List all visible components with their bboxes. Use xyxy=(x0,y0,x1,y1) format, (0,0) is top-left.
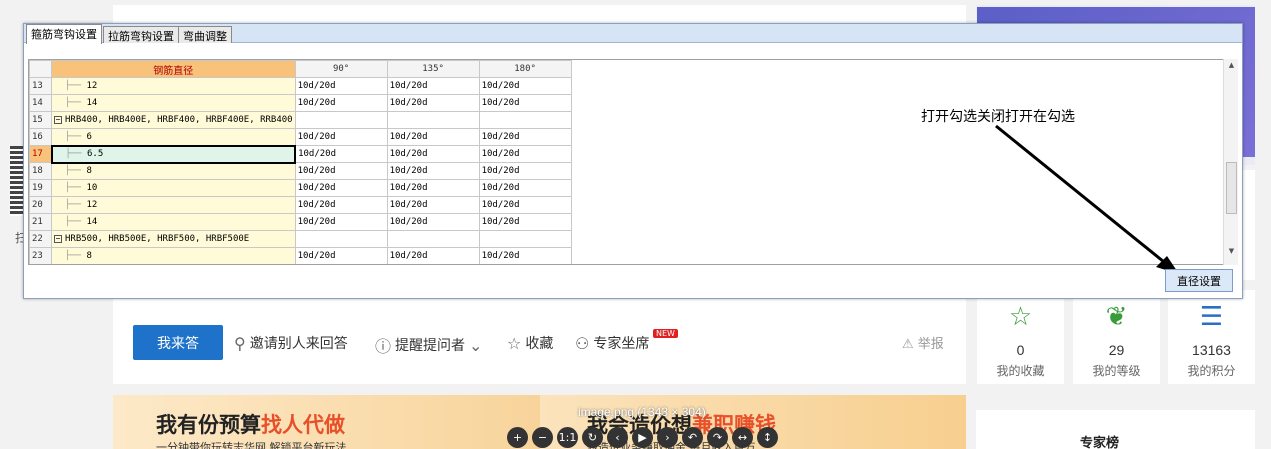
next-button[interactable]: › xyxy=(657,427,678,448)
invite-answer-link[interactable]: ⚲ 邀请别人来回答 xyxy=(234,333,348,353)
zoom-in-button[interactable]: + xyxy=(507,427,528,448)
flip-horizontal-button[interactable]: ↔ xyxy=(732,427,753,448)
expert-icon: ⚇ xyxy=(575,333,590,353)
report-link[interactable]: ⚠ 举报 xyxy=(902,333,944,352)
leaf-icon: ❦ xyxy=(1105,302,1128,332)
zoom-out-button[interactable]: − xyxy=(532,427,553,448)
collect-label: 收藏 xyxy=(525,336,554,352)
stat-level[interactable]: ❦ 29 我的等级 xyxy=(1073,290,1160,384)
prev-button[interactable]: ‹ xyxy=(607,427,628,448)
chevron-down-icon: ⌄ xyxy=(469,335,483,355)
play-button[interactable]: ▶ xyxy=(632,427,653,448)
reset-button[interactable]: ↻ xyxy=(582,427,603,448)
stat-label: 我的等级 xyxy=(1092,364,1141,378)
rotate-left-button[interactable]: ↶ xyxy=(682,427,703,448)
expert-board-title: 专家榜 xyxy=(1080,436,1120,449)
actual-size-button[interactable]: 1:1 xyxy=(557,427,578,448)
diameter-setting-button[interactable]: 直径设置 xyxy=(1165,269,1233,292)
stat-points[interactable]: ☰ 13163 我的积分 xyxy=(1168,290,1255,384)
remind-asker-dropdown[interactable]: ⓘ 提醒提问者 ⌄ xyxy=(375,333,482,357)
star-icon: ☆ xyxy=(1008,302,1033,332)
banner-title: 我有份预算找人代做 xyxy=(156,409,345,439)
coins-icon: ☰ xyxy=(1199,302,1224,332)
warning-icon: ⚠ xyxy=(902,337,914,352)
banner-title-b: 找人代做 xyxy=(261,413,345,437)
stat-label: 我的积分 xyxy=(1187,364,1236,378)
star-outline-icon: ☆ xyxy=(507,333,522,353)
banner-title-a: 我有份预算 xyxy=(156,413,261,437)
annotation-arrow xyxy=(995,124,1179,274)
user-icon: ⚲ xyxy=(234,333,246,353)
flip-vertical-button[interactable]: ↕ xyxy=(757,427,778,448)
stat-collect[interactable]: ☆ 0 我的收藏 xyxy=(977,290,1064,384)
image-caption: image.png (1343 × 304) xyxy=(578,405,706,419)
remind-label: 提醒提问者 xyxy=(395,338,466,354)
banner-sub: 一分钟带你玩转志华网 解锁平台新玩法 xyxy=(156,441,347,449)
stat-num: 13163 xyxy=(1192,342,1231,358)
stat-label: 我的收藏 xyxy=(996,364,1045,378)
expert-label: 专家坐席 xyxy=(593,336,650,352)
info-icon: ⓘ xyxy=(375,337,392,356)
invite-label: 邀请别人来回答 xyxy=(249,336,348,352)
expert-seat-link[interactable]: ⚇ 专家坐席 xyxy=(575,333,649,353)
report-label: 举报 xyxy=(917,337,944,352)
stat-num: 0 xyxy=(1016,342,1025,358)
answer-button[interactable]: 我来答 xyxy=(133,325,223,360)
rebar-hook-dialog: 箍筋弯钩设置 拉筋弯钩设置 弯曲调整 钢筋直径 90° 135° 180° 13… xyxy=(23,23,1243,299)
stat-num: 29 xyxy=(1108,342,1125,358)
arrow-line xyxy=(995,124,1170,268)
rotate-right-button[interactable]: ↷ xyxy=(707,427,728,448)
collect-link[interactable]: ☆ 收藏 xyxy=(507,333,553,353)
viewer-toolbar: + − 1:1 ↻ ‹ ▶ › ↶ ↷ ↔ ↕ xyxy=(507,427,778,448)
banner-budget[interactable]: 我有份预算找人代做 一分钟带你玩转志华网 解锁平台新玩法 xyxy=(113,395,540,449)
new-badge: NEW xyxy=(653,329,678,338)
